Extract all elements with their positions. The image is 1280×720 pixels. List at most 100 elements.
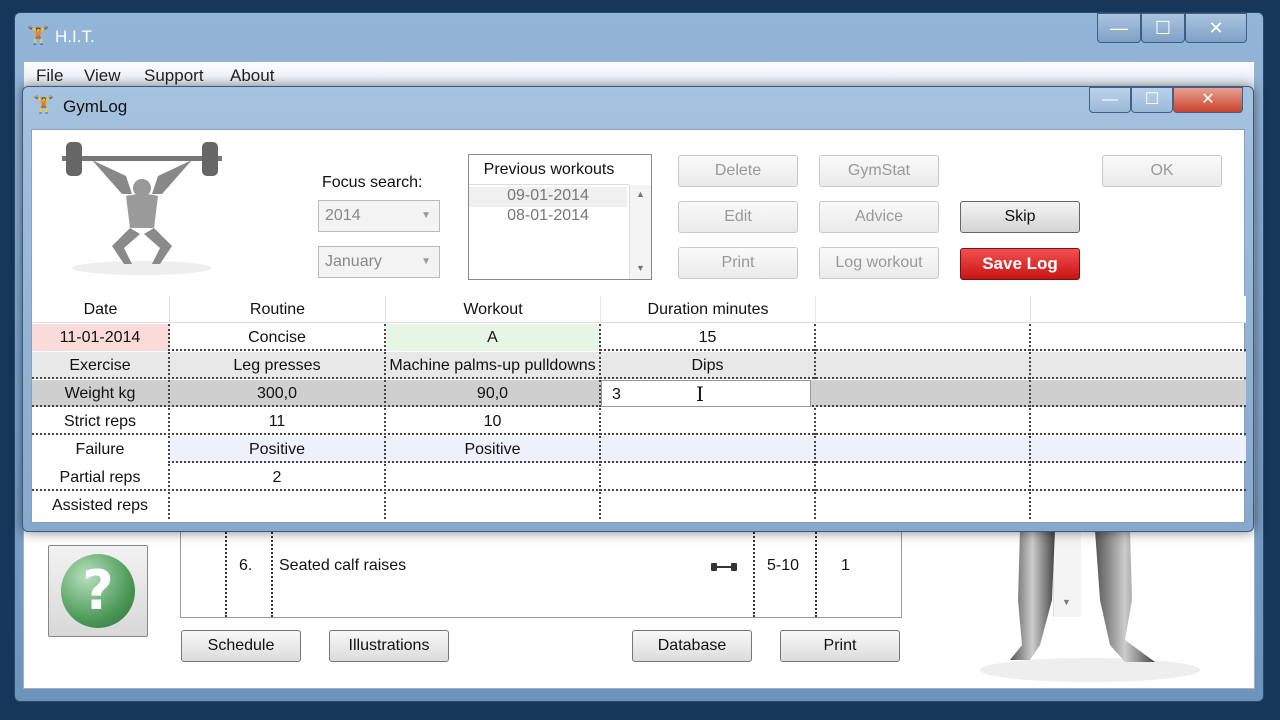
database-button[interactable]: Database xyxy=(632,630,752,662)
failure-cell[interactable] xyxy=(1031,436,1246,463)
legs-illustration xyxy=(980,530,1200,682)
assisted-reps-cell[interactable] xyxy=(170,492,386,519)
partial-reps-cell[interactable] xyxy=(386,464,601,491)
header-date: Date xyxy=(32,296,170,323)
main-window-title: H.I.T. xyxy=(55,27,95,46)
delete-button[interactable]: Delete xyxy=(678,155,798,187)
main-close-button[interactable]: ✕ xyxy=(1185,13,1247,43)
advice-button[interactable]: Advice xyxy=(819,201,939,233)
scroll-up-icon[interactable]: ▲ xyxy=(636,189,645,199)
failure-cell[interactable]: Positive xyxy=(386,436,601,463)
gymlog-client: Focus search: 2014 ▼ January ▼ Previous wo… xyxy=(31,129,1246,523)
grid-partial-reps-row: Partial reps 2 xyxy=(32,464,1246,491)
gymlog-title: GymLog xyxy=(63,97,128,116)
illustrations-button[interactable]: Illustrations xyxy=(329,630,449,662)
grid-header-row: Date Routine Workout Duration minutes xyxy=(32,296,1246,323)
grid-exercise-row: Exercise Leg presses Machine palms-up pu… xyxy=(32,352,1246,379)
month-select[interactable]: January ▼ xyxy=(318,246,440,278)
gymlog-window: 🏋 GymLog — ☐ ✕ Focus search: 2014 ▼ Janua… xyxy=(22,86,1254,532)
previous-workouts-scrollbar[interactable]: ▲ ▼ xyxy=(629,185,651,279)
chevron-down-icon: ▼ xyxy=(421,210,431,221)
exercise-cell[interactable] xyxy=(1031,352,1246,379)
help-button[interactable]: ? xyxy=(48,545,148,637)
app-logo-icon: 🏋 xyxy=(27,25,50,45)
previous-workout-item[interactable]: 08-01-2014 xyxy=(469,207,627,227)
grid-cell[interactable] xyxy=(816,324,1031,351)
exercise-cell[interactable]: Dips xyxy=(601,352,816,379)
weight-cell[interactable]: 300,0 xyxy=(170,380,386,407)
exercise-cell[interactable]: Leg presses xyxy=(170,352,386,379)
list-item-exercise: Seated calf raises xyxy=(279,557,407,574)
assisted-reps-cell[interactable] xyxy=(816,492,1031,519)
year-select[interactable]: 2014 ▼ xyxy=(318,200,440,232)
menu-file[interactable]: File xyxy=(36,66,63,86)
strict-reps-cell[interactable] xyxy=(601,408,816,435)
dumbbell-icon xyxy=(711,563,737,571)
routine-cell[interactable]: Concise xyxy=(170,324,386,351)
row-label-weight: Weight kg xyxy=(32,380,170,407)
row-label-failure: Failure xyxy=(32,436,170,463)
weight-edit-input[interactable]: 3 xyxy=(601,380,811,407)
failure-cell[interactable]: Positive xyxy=(170,436,386,463)
ok-button[interactable]: OK xyxy=(1102,155,1222,187)
failure-cell[interactable] xyxy=(816,436,1031,463)
strict-reps-cell[interactable] xyxy=(1031,408,1246,435)
weightlifter-illustration xyxy=(62,142,222,275)
row-label-partial-reps: Partial reps xyxy=(32,464,170,491)
assisted-reps-cell[interactable] xyxy=(601,492,816,519)
strict-reps-cell[interactable]: 10 xyxy=(386,408,601,435)
partial-reps-cell[interactable] xyxy=(601,464,816,491)
gymlog-maximize-button[interactable]: ☐ xyxy=(1131,87,1173,113)
row-label-assisted-reps: Assisted reps xyxy=(32,492,170,519)
print-button[interactable]: Print xyxy=(780,630,900,662)
failure-cell[interactable] xyxy=(601,436,816,463)
save-log-button[interactable]: Save Log xyxy=(960,248,1080,280)
previous-workouts-list: Previous workouts 09-01-2014 08-01-2014 … xyxy=(468,154,652,280)
edit-button[interactable]: Edit xyxy=(678,201,798,233)
scroll-down-icon[interactable]: ▼ xyxy=(636,263,645,273)
previous-workout-item[interactable]: 09-01-2014 xyxy=(469,187,627,207)
partial-reps-cell[interactable] xyxy=(1031,464,1246,491)
grid-assisted-reps-row: Assisted reps xyxy=(32,492,1246,519)
grid-info-row: 11-01-2014 Concise A 15 xyxy=(32,324,1246,351)
grid-weight-row: Weight kg 300,0 90,0 3 I xyxy=(32,380,1246,407)
weight-cell[interactable] xyxy=(1031,380,1246,407)
grid-cell[interactable] xyxy=(1031,324,1246,351)
previous-workouts-header: Previous workouts xyxy=(469,155,629,185)
partial-reps-cell[interactable] xyxy=(816,464,1031,491)
log-workout-button[interactable]: Log workout xyxy=(819,247,939,279)
list-item-reps: 5-10 xyxy=(767,557,800,574)
strict-reps-cell[interactable]: 11 xyxy=(170,408,386,435)
main-minimize-button[interactable]: — xyxy=(1097,13,1141,43)
menu-about[interactable]: About xyxy=(230,66,274,86)
schedule-button[interactable]: Schedule xyxy=(181,630,301,662)
skip-button[interactable]: Skip xyxy=(960,201,1080,233)
date-cell[interactable]: 11-01-2014 xyxy=(32,324,170,351)
weight-cell[interactable] xyxy=(816,380,1031,407)
duration-cell[interactable]: 15 xyxy=(601,324,816,351)
list-item-number: 6. xyxy=(239,557,253,574)
gymlog-logo-icon: 🏋 xyxy=(33,95,55,114)
menu-view[interactable]: View xyxy=(84,66,121,86)
workout-cell[interactable]: A xyxy=(386,324,601,351)
gymstat-button[interactable]: GymStat xyxy=(819,155,939,187)
menu-support[interactable]: Support xyxy=(144,66,204,86)
exercise-cell[interactable]: Machine palms-up pulldowns xyxy=(386,352,601,379)
focus-search-label: Focus search: xyxy=(322,174,423,191)
row-label-strict-reps: Strict reps xyxy=(32,408,170,435)
exercise-cell[interactable] xyxy=(816,352,1031,379)
print-log-button[interactable]: Print xyxy=(678,247,798,279)
row-label-exercise: Exercise xyxy=(32,352,170,379)
weight-cell[interactable]: 90,0 xyxy=(386,380,601,407)
strict-reps-cell[interactable] xyxy=(816,408,1031,435)
header-duration: Duration minutes xyxy=(601,296,816,323)
grid-failure-row: Failure Positive Positive xyxy=(32,436,1246,463)
assisted-reps-cell[interactable] xyxy=(386,492,601,519)
main-maximize-button[interactable]: ☐ xyxy=(1141,13,1185,43)
header-empty xyxy=(816,296,1031,323)
partial-reps-cell[interactable]: 2 xyxy=(170,464,386,491)
assisted-reps-cell[interactable] xyxy=(1031,492,1246,519)
gymlog-minimize-button[interactable]: — xyxy=(1089,87,1131,113)
header-workout: Workout xyxy=(386,296,601,323)
gymlog-close-button[interactable]: ✕ xyxy=(1173,87,1243,113)
